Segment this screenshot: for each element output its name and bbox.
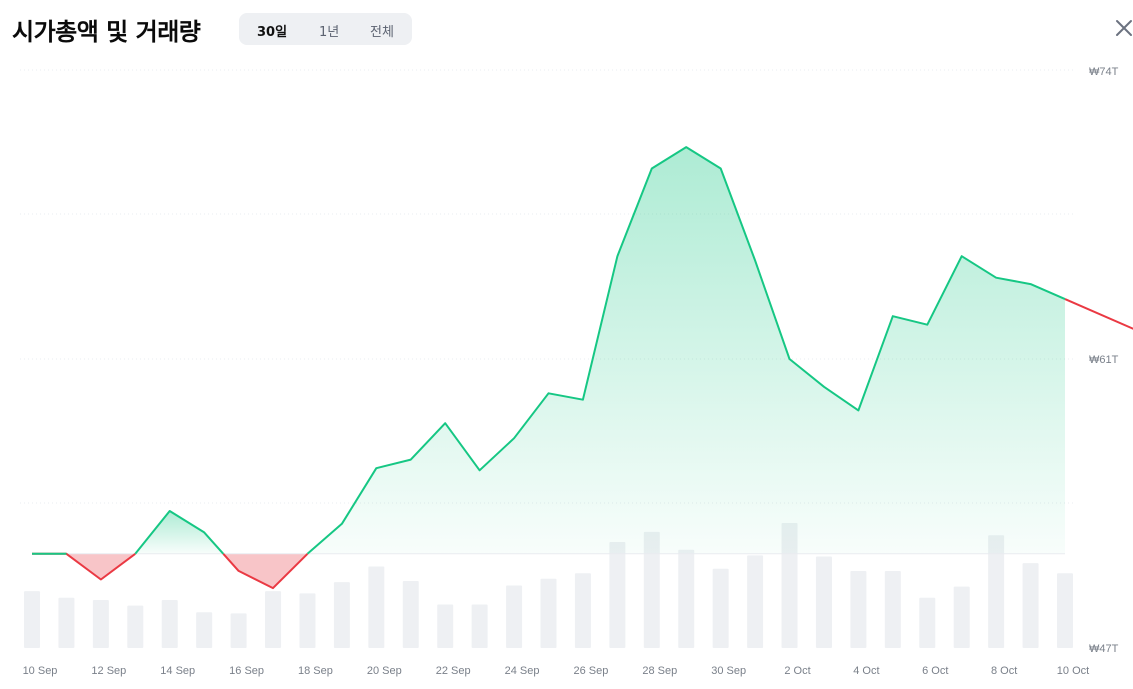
- volume-bar: [58, 597, 75, 648]
- series-line-down: [1064, 298, 1133, 330]
- volume-bar: [1057, 573, 1073, 648]
- volume-bar: [678, 549, 695, 648]
- x-tick-label: 30 Sep: [711, 665, 746, 677]
- x-tick-label: 24 Sep: [505, 665, 540, 677]
- volume-bar: [815, 556, 832, 648]
- volume-bar: [574, 573, 591, 648]
- volume-bar: [127, 605, 144, 648]
- x-tick-label: 6 Oct: [922, 665, 948, 677]
- market-cap-chart: ₩74T ₩61T ₩47T 10 Sep 12 Sep 14 Sep 16 Sep 18 S…: [20, 66, 1133, 677]
- volume-bar: [333, 582, 350, 648]
- volume-bar: [850, 570, 867, 648]
- volume-bar: [402, 581, 419, 648]
- x-tick-label: 18 Sep: [298, 665, 333, 677]
- volume-bar: [437, 604, 454, 648]
- area-up: [307, 147, 1065, 554]
- x-tick-label: 16 Sep: [229, 665, 264, 677]
- x-tick-label: 4 Oct: [853, 665, 879, 677]
- x-tick-label: 10 Sep: [23, 665, 58, 677]
- y-tick-label: ₩47T: [1089, 643, 1119, 655]
- volume-bar: [747, 555, 764, 648]
- y-tick-label: ₩61T: [1089, 354, 1119, 366]
- x-tick-label: 22 Sep: [436, 665, 471, 677]
- volume-bar: [265, 591, 282, 648]
- volume-bar: [953, 586, 970, 648]
- x-tick-label: 28 Sep: [642, 665, 677, 677]
- area-down: [223, 553, 308, 589]
- x-tick-label: 12 Sep: [91, 665, 126, 677]
- volume-bar: [230, 613, 247, 648]
- volume-bar: [471, 604, 488, 648]
- x-tick-label: 10 Oct: [1057, 665, 1089, 677]
- volume-bar: [609, 541, 626, 648]
- volume-bar: [368, 566, 385, 648]
- volume-bar: [540, 578, 557, 648]
- volume-bar: [884, 570, 901, 648]
- x-tick-label: 20 Sep: [367, 665, 402, 677]
- x-tick-label: 8 Oct: [991, 665, 1017, 677]
- volume-bar: [24, 591, 40, 648]
- x-tick-label: 26 Sep: [573, 665, 608, 677]
- y-tick-label: ₩74T: [1089, 66, 1119, 78]
- volume-bar: [919, 597, 936, 648]
- volume-bar: [506, 585, 523, 648]
- x-tick-label: 14 Sep: [160, 665, 195, 677]
- volume-bar: [299, 593, 316, 648]
- volume-bar: [161, 600, 178, 648]
- volume-bar: [92, 600, 109, 648]
- volume-bar: [196, 612, 213, 648]
- volume-bar: [1022, 563, 1039, 648]
- x-tick-label: 2 Oct: [784, 665, 810, 677]
- volume-bar: [712, 568, 729, 648]
